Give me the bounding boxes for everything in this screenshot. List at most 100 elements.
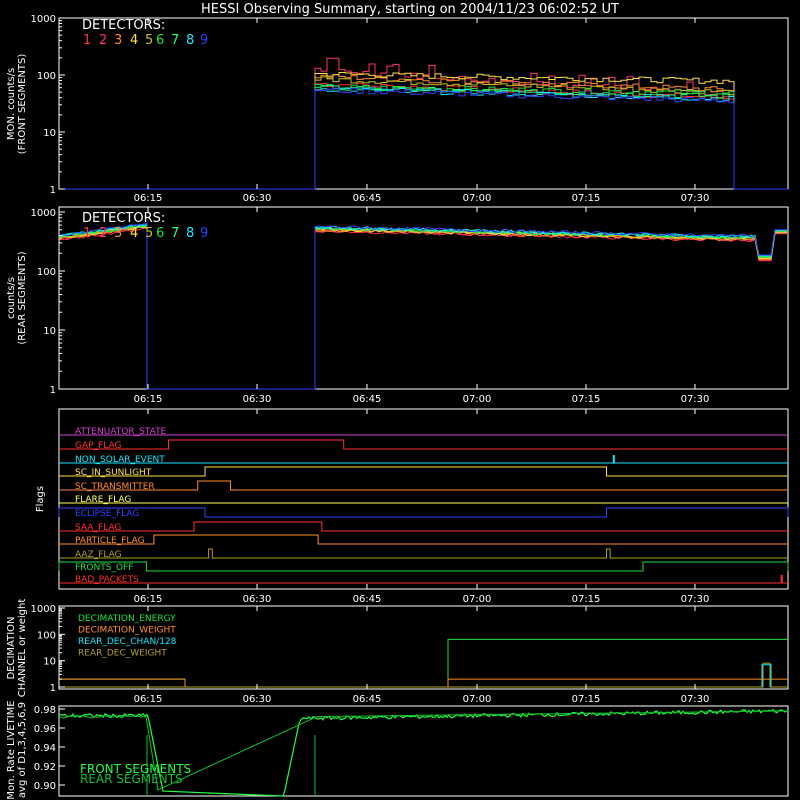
flag-label-eclipse_flag: ECLIPSE_FLAG	[75, 509, 139, 519]
rear-plot-area	[58, 222, 787, 390]
svg-text:MON. counts/s: MON. counts/s	[6, 68, 17, 140]
front-legend-det7: 7	[171, 33, 179, 48]
x-tick-label: 06:45	[353, 594, 382, 605]
rear-legend-det6: 6	[156, 226, 164, 241]
front-series-det6	[59, 83, 788, 190]
livetime-y-tick-label: 0.92	[34, 762, 56, 773]
x-tick-label: 06:30	[243, 193, 272, 204]
front-legend-title: DETECTORS:	[82, 18, 165, 33]
rear-series-det7	[58, 223, 787, 390]
livetime-y-tick-label: 0.90	[34, 781, 56, 792]
x-tick-label: 06:45	[353, 193, 382, 204]
y-tick-label: 1000	[31, 208, 56, 219]
x-tick-label: 07:30	[681, 193, 710, 204]
x-tick-label: 07:00	[463, 694, 492, 705]
rear-series-det8	[58, 224, 787, 390]
front-legend: 123456789	[83, 33, 208, 48]
rear-ylabel: counts/s (REAR SEGMENTS)	[6, 251, 28, 344]
x-tick-label: 06:30	[243, 594, 272, 605]
rear-legend-det8: 8	[186, 226, 194, 241]
front-legend-det4: 4	[130, 33, 138, 48]
x-tick-label: 07:30	[681, 694, 710, 705]
hessi-summary-figure: HESSI Observing Summary, starting on 200…	[6, 2, 789, 800]
decimation-legend-2: REAR_DEC_CHAN/128	[78, 637, 177, 647]
decimation-legend-3: REAR_DEC_WEIGHT	[78, 649, 167, 659]
front-legend-det2: 2	[99, 33, 107, 48]
decimation-ylabel: DECIMATION CHANNEL or weight	[6, 599, 28, 698]
rear-legend-det2: 2	[99, 226, 107, 241]
x-tick-label: 06:15	[134, 694, 163, 705]
rear-series-det1	[58, 227, 787, 390]
flag-line-sc_transmitter	[59, 480, 788, 491]
livetime-legend-1: REAR SEGMENTS	[80, 772, 183, 786]
y-tick-label: 10	[43, 326, 56, 337]
y-tick-label: 1000	[31, 604, 56, 615]
y-tick-label: 10	[43, 128, 56, 139]
x-tick-label: 07:15	[572, 594, 601, 605]
livetime-y-ticks: 0.90 0.92 0.94 0.96 0.98	[34, 705, 65, 792]
decimation-legend-0: DECIMATION_ENERGY	[78, 614, 176, 624]
x-tick-label: 06:15	[134, 594, 163, 605]
x-tick-label: 07:30	[681, 394, 710, 405]
front-legend-det6: 6	[156, 33, 164, 48]
y-tick-label: 1000	[31, 14, 56, 25]
x-tick-label: 07:00	[463, 193, 492, 204]
x-tick-label: 06:45	[353, 394, 382, 405]
y-tick-label: 1	[50, 683, 56, 694]
x-tick-label: 06:45	[353, 694, 382, 705]
panel-front-frame	[58, 17, 789, 190]
x-tick-label: 06:30	[243, 694, 272, 705]
x-tick-label: 07:15	[572, 193, 601, 204]
livetime-legend: FRONT SEGMENTSREAR SEGMENTS	[80, 762, 191, 786]
svg-text:CHANNEL or weight: CHANNEL or weight	[17, 599, 28, 698]
x-tick-label: 07:00	[463, 394, 492, 405]
x-tick-label: 06:15	[134, 193, 163, 204]
y-tick-label: 10	[43, 657, 56, 668]
x-tick-label: 07:15	[572, 394, 601, 405]
rear-series-det3	[58, 226, 787, 390]
rear-legend-det4: 4	[130, 226, 138, 241]
rear-series-det5	[58, 224, 787, 390]
rear-dec-weight-line	[59, 662, 788, 688]
front-legend-det3: 3	[114, 33, 122, 48]
y-tick-label: 100	[37, 71, 56, 82]
panel-livetime: 0.90 0.92 0.94 0.96 0.98 Mon. Rate LIVETIME …	[6, 700, 789, 800]
front-series-det9	[59, 87, 788, 190]
x-tick-label: 07:30	[681, 594, 710, 605]
y-tick-label: 100	[37, 630, 56, 641]
livetime-ylabel: Mon. Rate LIVETIME avg of D1,3,4,5,6,9	[6, 700, 28, 799]
flag-line-particle_flag	[59, 534, 788, 545]
svg-text:DECIMATION: DECIMATION	[6, 616, 17, 679]
y-tick-label: 1	[50, 185, 56, 196]
rear-legend-det1: 1	[83, 226, 91, 241]
decimation-legend-1: DECIMATION_WEIGHT	[78, 626, 176, 636]
front-series-det3	[59, 74, 788, 190]
y-tick-label: 1	[50, 385, 56, 396]
decimation-x-ticks: 06:15 06:30 06:45 07:00 07:15 07:30	[134, 606, 710, 705]
flags-ylabel: Flags	[35, 486, 46, 512]
front-legend-det1: 1	[83, 33, 91, 48]
flag-line-eclipse_flag	[58, 507, 789, 518]
figure-title: HESSI Observing Summary, starting on 200…	[201, 2, 619, 17]
svg-text:avg of D1,3,4,5,6,9: avg of D1,3,4,5,6,9	[17, 702, 28, 798]
decimation-legend: DECIMATION_ENERGYDECIMATION_WEIGHTREAR_D…	[78, 614, 177, 659]
livetime-y-tick-label: 0.94	[34, 743, 56, 754]
svg-text:counts/s: counts/s	[6, 277, 17, 319]
rear-series-det4	[58, 225, 787, 390]
flag-line-gap_flag	[59, 439, 788, 450]
rear-series-det6	[58, 224, 787, 390]
flag-line-aaz_flag	[59, 548, 788, 559]
svg-text:(REAR SEGMENTS): (REAR SEGMENTS)	[17, 251, 28, 344]
x-tick-label: 06:15	[134, 394, 163, 405]
flag-line-saa_flag	[59, 521, 788, 532]
flag-line-fronts_off	[58, 561, 789, 572]
rear-series-det9	[58, 222, 787, 390]
rear-legend-det3: 3	[114, 226, 122, 241]
x-tick-label: 07:00	[463, 594, 492, 605]
livetime-y-tick-label: 0.96	[34, 724, 56, 735]
front-y-ticks: 1 10 100 1000	[31, 14, 65, 196]
front-plot-area	[59, 57, 788, 190]
front-x-ticks: 06:15 06:30 06:45 07:00 07:15 07:30	[134, 18, 710, 204]
flags-plot-area: ATTENUATOR_STATEGAP_FLAGNON_SOLAR_EVENTS…	[58, 427, 789, 585]
y-tick-label: 100	[37, 267, 56, 278]
